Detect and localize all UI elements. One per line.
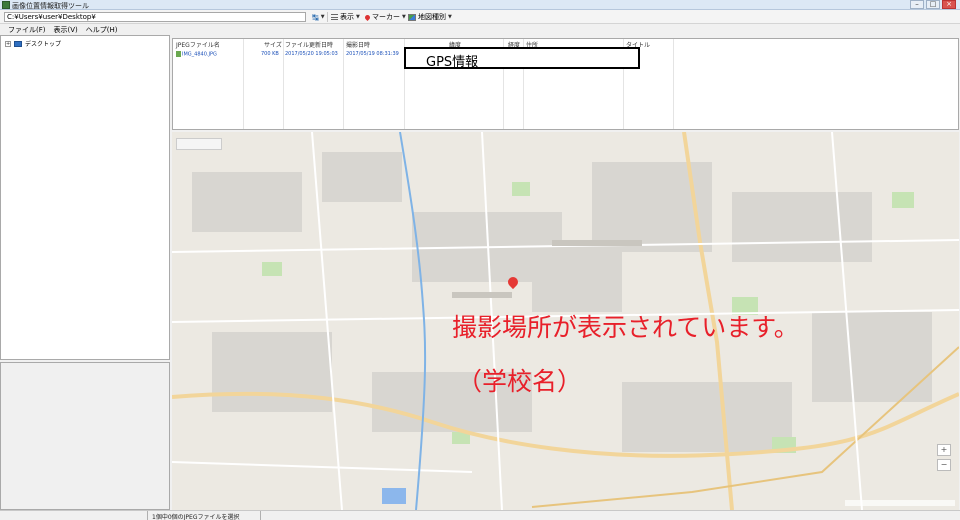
map-pin-icon: [363, 13, 372, 21]
jpeg-file-icon: [176, 51, 181, 57]
column-divider: [343, 39, 344, 129]
chevron-down-icon: ▼: [320, 14, 325, 20]
chevron-down-icon: ▼: [402, 14, 406, 20]
app-icon: [2, 1, 10, 9]
window-controls: – □ ×: [910, 0, 956, 9]
minimize-button[interactable]: –: [910, 0, 924, 9]
gps-info-callout: GPS情報: [404, 47, 640, 70]
zoom-in-button[interactable]: +: [937, 444, 951, 456]
chevron-down-icon: ▼: [448, 14, 452, 20]
title-bar: 画像位置情報取得ツール – □ ×: [0, 0, 960, 10]
path-input[interactable]: [4, 12, 306, 22]
menu-view[interactable]: 表示(V): [54, 25, 78, 35]
refresh-button[interactable]: ↹ ▼: [312, 12, 325, 22]
column-header-modified[interactable]: ファイル更新日時: [285, 40, 333, 49]
map-type-label: 地図種別: [418, 13, 446, 21]
marker-label: マーカー: [372, 13, 400, 21]
map-attribution: [845, 500, 955, 506]
column-header-taken[interactable]: 撮影日時: [346, 40, 370, 49]
tree-item-desktop[interactable]: + デスクトップ: [5, 39, 61, 48]
display-button[interactable]: 表示 ▼: [331, 12, 360, 22]
table-row-filename[interactable]: IMG_4840.JPG: [176, 51, 217, 58]
marker-button[interactable]: マーカー ▼: [363, 12, 406, 22]
column-header-filename[interactable]: JPEGファイル名: [176, 40, 220, 49]
desktop-icon: [14, 40, 22, 47]
column-divider: [243, 39, 244, 129]
image-preview-pane: [0, 362, 170, 510]
map-type-toggle[interactable]: [176, 138, 222, 150]
status-divider: [260, 511, 261, 520]
map-view[interactable]: 撮影場所が表示されています。 （学校名） + −: [172, 132, 959, 510]
tree-item-label: デスクトップ: [25, 41, 62, 48]
menu-bar: ファイル(F) 表示(V) ヘルプ(H): [0, 24, 170, 35]
column-divider: [283, 39, 284, 129]
map-icon: [408, 13, 416, 21]
maximize-button[interactable]: □: [926, 0, 940, 9]
list-icon: [331, 14, 338, 20]
menu-help[interactable]: ヘルプ(H): [86, 25, 118, 35]
status-left-panel: [0, 511, 148, 520]
zoom-controls: + −: [937, 444, 951, 471]
toolbar-separator: [327, 12, 328, 22]
folder-tree[interactable]: + デスクトップ: [0, 35, 170, 360]
column-header-size[interactable]: サイズ: [264, 40, 282, 49]
map-type-button[interactable]: 地図種別 ▼: [408, 12, 452, 22]
gps-info-label: GPS情報: [426, 55, 479, 70]
menu-file[interactable]: ファイル(F): [8, 25, 46, 35]
close-button[interactable]: ×: [942, 0, 956, 9]
status-bar: 1個中0個のJPEGファイルを選択: [0, 510, 960, 520]
display-label: 表示: [340, 13, 354, 21]
status-text: 1個中0個のJPEGファイルを選択: [152, 514, 240, 520]
column-divider: [673, 39, 674, 129]
chevron-down-icon: ▼: [356, 14, 360, 20]
cell-filename: IMG_4840.JPG: [182, 51, 217, 58]
zoom-out-button[interactable]: −: [937, 459, 951, 471]
cell-modified: 2017/05/20 19:05:03: [285, 51, 338, 57]
cell-size: 700 KB: [261, 51, 279, 57]
school-name-caption: （学校名）: [457, 367, 583, 396]
location-caption: 撮影場所が表示されています。: [452, 313, 799, 342]
refresh-icon: ↹: [312, 12, 319, 22]
cell-taken: 2017/05/19 08:31:39: [346, 51, 399, 57]
toolbar: ↹ ▼ 表示 ▼ マーカー ▼ 地図種別 ▼: [0, 10, 960, 24]
expand-icon[interactable]: +: [5, 40, 11, 47]
